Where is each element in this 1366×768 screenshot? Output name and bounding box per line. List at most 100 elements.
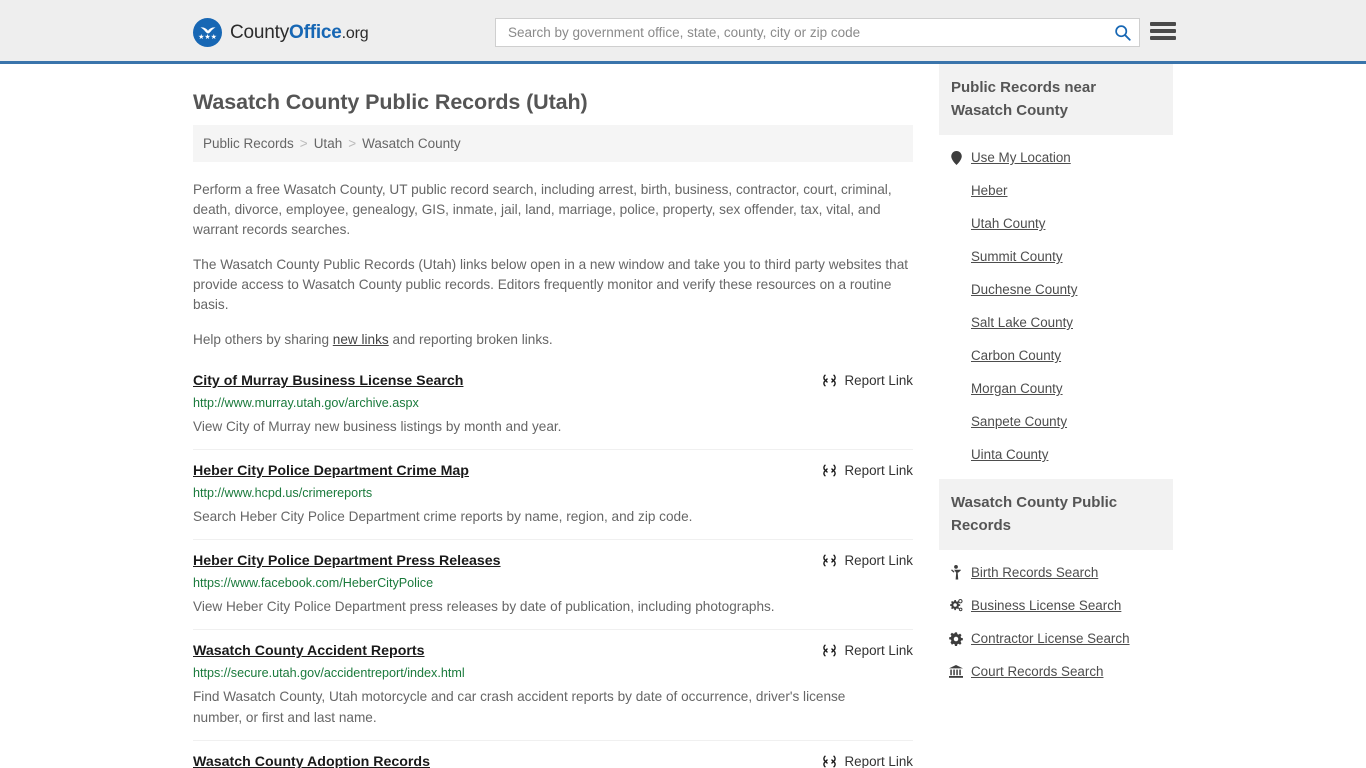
sidebar: Public Records near Wasatch County Use M… bbox=[939, 64, 1173, 696]
report-link-button[interactable]: Report Link bbox=[822, 553, 913, 568]
report-link-label: Report Link bbox=[844, 553, 913, 568]
sidebar-list-item[interactable]: Use My Location bbox=[939, 141, 1173, 174]
breadcrumb-separator-1: > bbox=[299, 136, 308, 151]
report-link-button[interactable]: Report Link bbox=[822, 643, 913, 658]
site-logo[interactable]: ★★★ CountyOffice.org bbox=[193, 18, 369, 47]
page-body: Wasatch County Public Records (Utah) Pub… bbox=[0, 64, 1366, 768]
sidebar-list-item[interactable]: Birth Records Search bbox=[939, 556, 1173, 589]
result-title-link[interactable]: City of Murray Business License Search bbox=[193, 373, 463, 389]
sidebar-list-item[interactable]: Duchesne County bbox=[939, 273, 1173, 306]
sidebar-item-label[interactable]: Utah County bbox=[971, 216, 1045, 231]
breadcrumb-item-wasatch-county: Wasatch County bbox=[362, 136, 461, 151]
sidebar-item-label[interactable]: Duchesne County bbox=[971, 282, 1077, 297]
sidebar-item-label[interactable]: Salt Lake County bbox=[971, 315, 1073, 330]
sidebar-list-item[interactable]: Sanpete County bbox=[939, 405, 1173, 438]
breadcrumb-item-public-records[interactable]: Public Records bbox=[203, 136, 294, 151]
result-item: City of Murray Business License Search Re… bbox=[193, 365, 913, 449]
no-icon bbox=[949, 316, 963, 330]
main-content: Wasatch County Public Records (Utah) Pub… bbox=[193, 64, 913, 768]
report-link-button[interactable]: Report Link bbox=[822, 373, 913, 388]
search-bar[interactable] bbox=[495, 18, 1140, 47]
cogs-icon bbox=[949, 598, 963, 613]
result-header: Wasatch County Adoption Records Report Li… bbox=[193, 754, 913, 768]
sidebar-item-label[interactable]: Sanpete County bbox=[971, 414, 1067, 429]
result-title-link[interactable]: Heber City Police Department Press Relea… bbox=[193, 553, 501, 569]
hamburger-bar-1 bbox=[1150, 22, 1176, 26]
sidebar-item-label[interactable]: Contractor License Search bbox=[971, 631, 1130, 646]
sidebar-item-label[interactable]: Use My Location bbox=[971, 150, 1071, 165]
no-icon bbox=[949, 250, 963, 264]
breadcrumb-item-utah[interactable]: Utah bbox=[314, 136, 343, 151]
brand-part-county: County bbox=[230, 21, 290, 43]
sidebar-item-label[interactable]: Carbon County bbox=[971, 348, 1061, 363]
result-url: https://secure.utah.gov/accidentreport/i… bbox=[193, 666, 465, 680]
no-icon bbox=[949, 448, 963, 462]
sidebar-heading-nearby: Public Records near Wasatch County bbox=[939, 64, 1173, 135]
sidebar-item-label[interactable]: Morgan County bbox=[971, 381, 1063, 396]
no-icon bbox=[949, 283, 963, 297]
sidebar-list-item[interactable]: Summit County bbox=[939, 240, 1173, 273]
site-header: ★★★ CountyOffice.org bbox=[0, 0, 1366, 64]
broken-link-icon bbox=[822, 554, 836, 567]
sidebar-list-item[interactable]: Heber bbox=[939, 174, 1173, 207]
breadcrumb: Public Records > Utah > Wasatch County bbox=[193, 125, 913, 162]
result-description: View City of Murray new business listing… bbox=[193, 419, 562, 434]
result-description: Search Heber City Police Department crim… bbox=[193, 509, 693, 524]
hamburger-bar-2 bbox=[1150, 29, 1176, 33]
sidebar-nearby-list: Use My Location Heber Utah County Summit Co… bbox=[939, 135, 1173, 471]
broken-link-icon bbox=[822, 644, 836, 657]
stars-icon: ★★★ bbox=[198, 33, 217, 41]
breadcrumb-separator-2: > bbox=[348, 136, 357, 151]
sidebar-list-item[interactable]: Salt Lake County bbox=[939, 306, 1173, 339]
sidebar-list-item[interactable]: Utah County bbox=[939, 207, 1173, 240]
result-header: Wasatch County Accident Reports Report Li… bbox=[193, 643, 913, 659]
no-icon bbox=[949, 415, 963, 429]
sidebar-list-item[interactable]: Morgan County bbox=[939, 372, 1173, 405]
sidebar-list-item[interactable]: Carbon County bbox=[939, 339, 1173, 372]
sidebar-list-item[interactable]: Uinta County bbox=[939, 438, 1173, 471]
result-url: https://www.facebook.com/HeberCityPolice bbox=[193, 576, 434, 590]
report-link-label: Report Link bbox=[844, 643, 913, 658]
broken-link-icon bbox=[822, 374, 836, 387]
search-button[interactable] bbox=[1111, 22, 1133, 44]
result-title-link[interactable]: Heber City Police Department Crime Map bbox=[193, 463, 469, 479]
broken-link-icon bbox=[822, 464, 836, 477]
share-text-before: Help others by sharing bbox=[193, 332, 333, 347]
sidebar-heading-records: Wasatch County Public Records bbox=[939, 479, 1173, 550]
brand-part-office: Office bbox=[289, 21, 342, 43]
report-link-button[interactable]: Report Link bbox=[822, 754, 913, 768]
intro-paragraph-3: Help others by sharing new links and rep… bbox=[193, 330, 913, 350]
report-link-button[interactable]: Report Link bbox=[822, 463, 913, 478]
hamburger-menu-icon[interactable] bbox=[1150, 19, 1176, 43]
result-title-link[interactable]: Wasatch County Accident Reports bbox=[193, 643, 425, 659]
sidebar-item-label[interactable]: Court Records Search bbox=[971, 664, 1103, 679]
result-item: Heber City Police Department Crime Map Re… bbox=[193, 449, 913, 539]
sidebar-item-label[interactable]: Business License Search bbox=[971, 598, 1121, 613]
sidebar-records-list: Birth Records Search Business License Sea… bbox=[939, 550, 1173, 688]
sidebar-list-item[interactable]: Court Records Search bbox=[939, 655, 1173, 688]
map-pin-icon bbox=[949, 150, 963, 165]
result-url: http://www.murray.utah.gov/archive.aspx bbox=[193, 396, 419, 410]
search-input[interactable] bbox=[506, 19, 1111, 46]
sidebar-item-label[interactable]: Uinta County bbox=[971, 447, 1048, 462]
gear-icon bbox=[949, 631, 963, 646]
sidebar-item-label[interactable]: Heber bbox=[971, 183, 1007, 198]
sidebar-list-item[interactable]: Contractor License Search bbox=[939, 622, 1173, 655]
child-icon bbox=[949, 565, 963, 580]
sidebar-item-label[interactable]: Birth Records Search bbox=[971, 565, 1098, 580]
no-icon bbox=[949, 382, 963, 396]
new-links-link[interactable]: new links bbox=[333, 332, 389, 347]
result-title-link[interactable]: Wasatch County Adoption Records bbox=[193, 754, 430, 768]
brand-wordmark: CountyOffice.org bbox=[230, 21, 369, 44]
result-description: Find Wasatch County, Utah motorcycle and… bbox=[193, 689, 846, 725]
courthouse-icon bbox=[949, 665, 963, 679]
sidebar-card-records: Wasatch County Public Records Birth Reco… bbox=[939, 479, 1173, 688]
sidebar-item-label[interactable]: Summit County bbox=[971, 249, 1063, 264]
share-text-after: and reporting broken links. bbox=[388, 332, 553, 347]
page-title: Wasatch County Public Records (Utah) bbox=[193, 90, 588, 114]
sidebar-list-item[interactable]: Business License Search bbox=[939, 589, 1173, 622]
report-link-label: Report Link bbox=[844, 463, 913, 478]
eagle-seal-logo-icon: ★★★ bbox=[193, 18, 222, 47]
search-icon bbox=[1114, 25, 1131, 41]
result-item: Wasatch County Accident Reports Report Li… bbox=[193, 629, 913, 740]
